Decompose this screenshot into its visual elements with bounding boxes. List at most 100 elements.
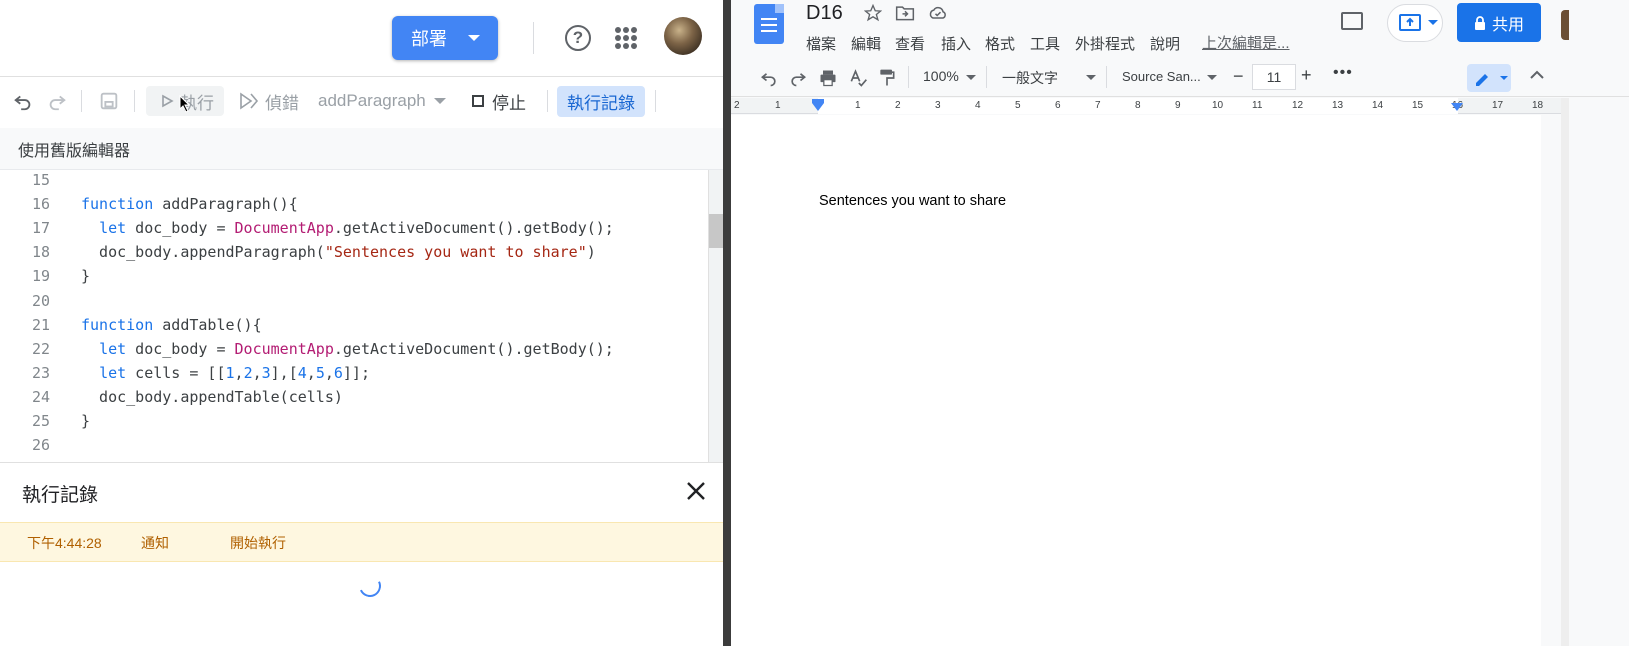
code-line[interactable]: } <box>81 267 90 285</box>
ruler-number: 14 <box>1372 100 1384 111</box>
present-chevron-down-icon <box>1428 20 1438 25</box>
undo-icon[interactable] <box>12 88 34 114</box>
zoom-chevron-down-icon <box>966 75 976 80</box>
function-select[interactable]: addParagraph <box>318 88 446 114</box>
ruler-number: 2 <box>895 100 901 111</box>
mouse-cursor-icon <box>179 95 191 113</box>
menu-item[interactable]: 工具 <box>1030 33 1060 54</box>
docs-redo-icon[interactable] <box>788 68 808 88</box>
deploy-button[interactable]: 部署 <box>392 16 498 60</box>
debug-button[interactable]: 偵錯 <box>239 88 299 114</box>
code-scrollbar-thumb[interactable] <box>709 214 723 248</box>
play-icon <box>162 94 174 108</box>
code-line[interactable]: let cells = [[1,2,3],[4,5,6]]; <box>81 364 370 382</box>
zoom-select[interactable]: 100% <box>923 68 959 84</box>
last-edit-link[interactable]: 上次編輯是... <box>1202 32 1290 53</box>
ruler-number: 2 <box>734 100 740 111</box>
font-family-value: Source San... <box>1122 69 1201 84</box>
docs-logo-lines <box>761 18 777 36</box>
docs-toolbar-divider <box>731 96 1629 97</box>
ruler-number: 5 <box>1015 100 1021 111</box>
avatar[interactable] <box>664 17 702 55</box>
line-number: 15 <box>31 171 50 189</box>
spellcheck-icon[interactable] <box>848 68 868 88</box>
ruler-number: 4 <box>975 100 981 111</box>
docs-undo-icon[interactable] <box>759 68 779 88</box>
line-number: 20 <box>31 292 50 310</box>
zoom-value: 100% <box>923 68 959 84</box>
pane-divider[interactable] <box>723 0 731 646</box>
code-line[interactable]: let doc_body = DocumentApp.getActiveDocu… <box>81 340 614 358</box>
stop-button[interactable]: 停止 <box>472 88 526 114</box>
log-message: 開始執行 <box>230 535 286 551</box>
execution-log-button[interactable]: 執行記錄 <box>557 86 645 117</box>
document-title[interactable]: D16 <box>806 2 843 25</box>
line-number: 21 <box>31 316 50 334</box>
toolbar-divider <box>0 76 723 77</box>
code-line[interactable]: function addTable(){ <box>81 316 262 334</box>
line-number: 22 <box>31 340 50 358</box>
ruler-number: 8 <box>1135 100 1141 111</box>
page-margin-gutter <box>1541 115 1561 646</box>
docs-toolbar-separator <box>1106 66 1107 88</box>
menu-item[interactable]: 檔案 <box>806 33 836 54</box>
document-paragraph[interactable]: Sentences you want to share <box>819 193 1006 209</box>
right-indent-marker[interactable] <box>1451 103 1463 111</box>
menu-item[interactable]: 插入 <box>941 33 971 54</box>
use-legacy-editor-link[interactable]: 使用舊版編輯器 <box>18 137 130 161</box>
line-number: 17 <box>31 219 50 237</box>
function-select-value: addParagraph <box>318 91 426 110</box>
share-label: 共用 <box>1491 16 1524 34</box>
ruler-number: 10 <box>1212 100 1224 111</box>
move-folder-icon[interactable] <box>895 4 915 22</box>
help-icon[interactable]: ? <box>565 25 591 51</box>
code-line[interactable]: function addParagraph(){ <box>81 195 298 213</box>
editing-mode-button[interactable] <box>1467 64 1511 92</box>
code-line[interactable]: doc_body.appendParagraph("Sentences you … <box>81 243 596 261</box>
close-icon[interactable] <box>683 478 709 504</box>
line-number: 23 <box>31 364 50 382</box>
stop-icon <box>472 95 484 107</box>
avatar[interactable] <box>1561 10 1569 40</box>
line-number: 26 <box>31 436 50 454</box>
menu-item[interactable]: 格式 <box>985 33 1015 54</box>
deploy-label: 部署 <box>411 29 447 49</box>
collapse-toolbar-icon[interactable] <box>1530 70 1544 80</box>
paragraph-style-value: 一般文字 <box>1002 70 1058 86</box>
toolbar-separator <box>655 90 656 112</box>
paint-format-icon[interactable] <box>878 68 896 88</box>
code-line[interactable]: } <box>81 412 90 430</box>
docs-toolbar-separator <box>986 66 987 88</box>
first-line-indent-marker[interactable] <box>812 99 824 103</box>
code-line[interactable]: let doc_body = DocumentApp.getActiveDocu… <box>81 219 614 237</box>
more-options-icon[interactable]: ••• <box>1333 64 1353 82</box>
menu-item[interactable]: 編輯 <box>851 33 881 54</box>
debug-icon <box>240 92 259 110</box>
increase-font-size-button[interactable]: + <box>1301 65 1312 86</box>
ruler-number: 1 <box>775 100 781 111</box>
save-icon[interactable] <box>98 88 120 114</box>
cloud-status-icon[interactable] <box>928 4 948 22</box>
debug-label: 偵錯 <box>265 93 299 113</box>
star-icon[interactable] <box>864 4 882 22</box>
redo-icon[interactable] <box>46 88 68 114</box>
decrease-font-size-button[interactable]: − <box>1233 66 1244 87</box>
paragraph-style-select[interactable]: 一般文字 <box>1002 68 1058 88</box>
apps-grid-icon[interactable] <box>615 27 637 49</box>
log-level: 通知 <box>141 535 169 551</box>
code-line[interactable]: doc_body.appendTable(cells) <box>81 388 343 406</box>
share-button[interactable]: 共用 <box>1457 3 1541 42</box>
comment-history-icon[interactable] <box>1341 12 1363 30</box>
execution-log-title: 執行記錄 <box>22 485 99 506</box>
toolbar-separator <box>134 90 135 112</box>
menu-item[interactable]: 外掛程式 <box>1075 33 1135 54</box>
deploy-caret-icon <box>468 35 480 41</box>
document-scrollbar[interactable] <box>1561 98 1569 646</box>
font-size-input[interactable]: 11 <box>1252 64 1296 90</box>
menu-item[interactable]: 查看 <box>895 33 925 54</box>
line-number: 18 <box>31 243 50 261</box>
menu-item[interactable]: 說明 <box>1150 33 1180 54</box>
font-family-select[interactable]: Source San... <box>1122 69 1201 84</box>
print-icon[interactable] <box>818 68 838 88</box>
left-indent-marker[interactable] <box>812 103 824 111</box>
